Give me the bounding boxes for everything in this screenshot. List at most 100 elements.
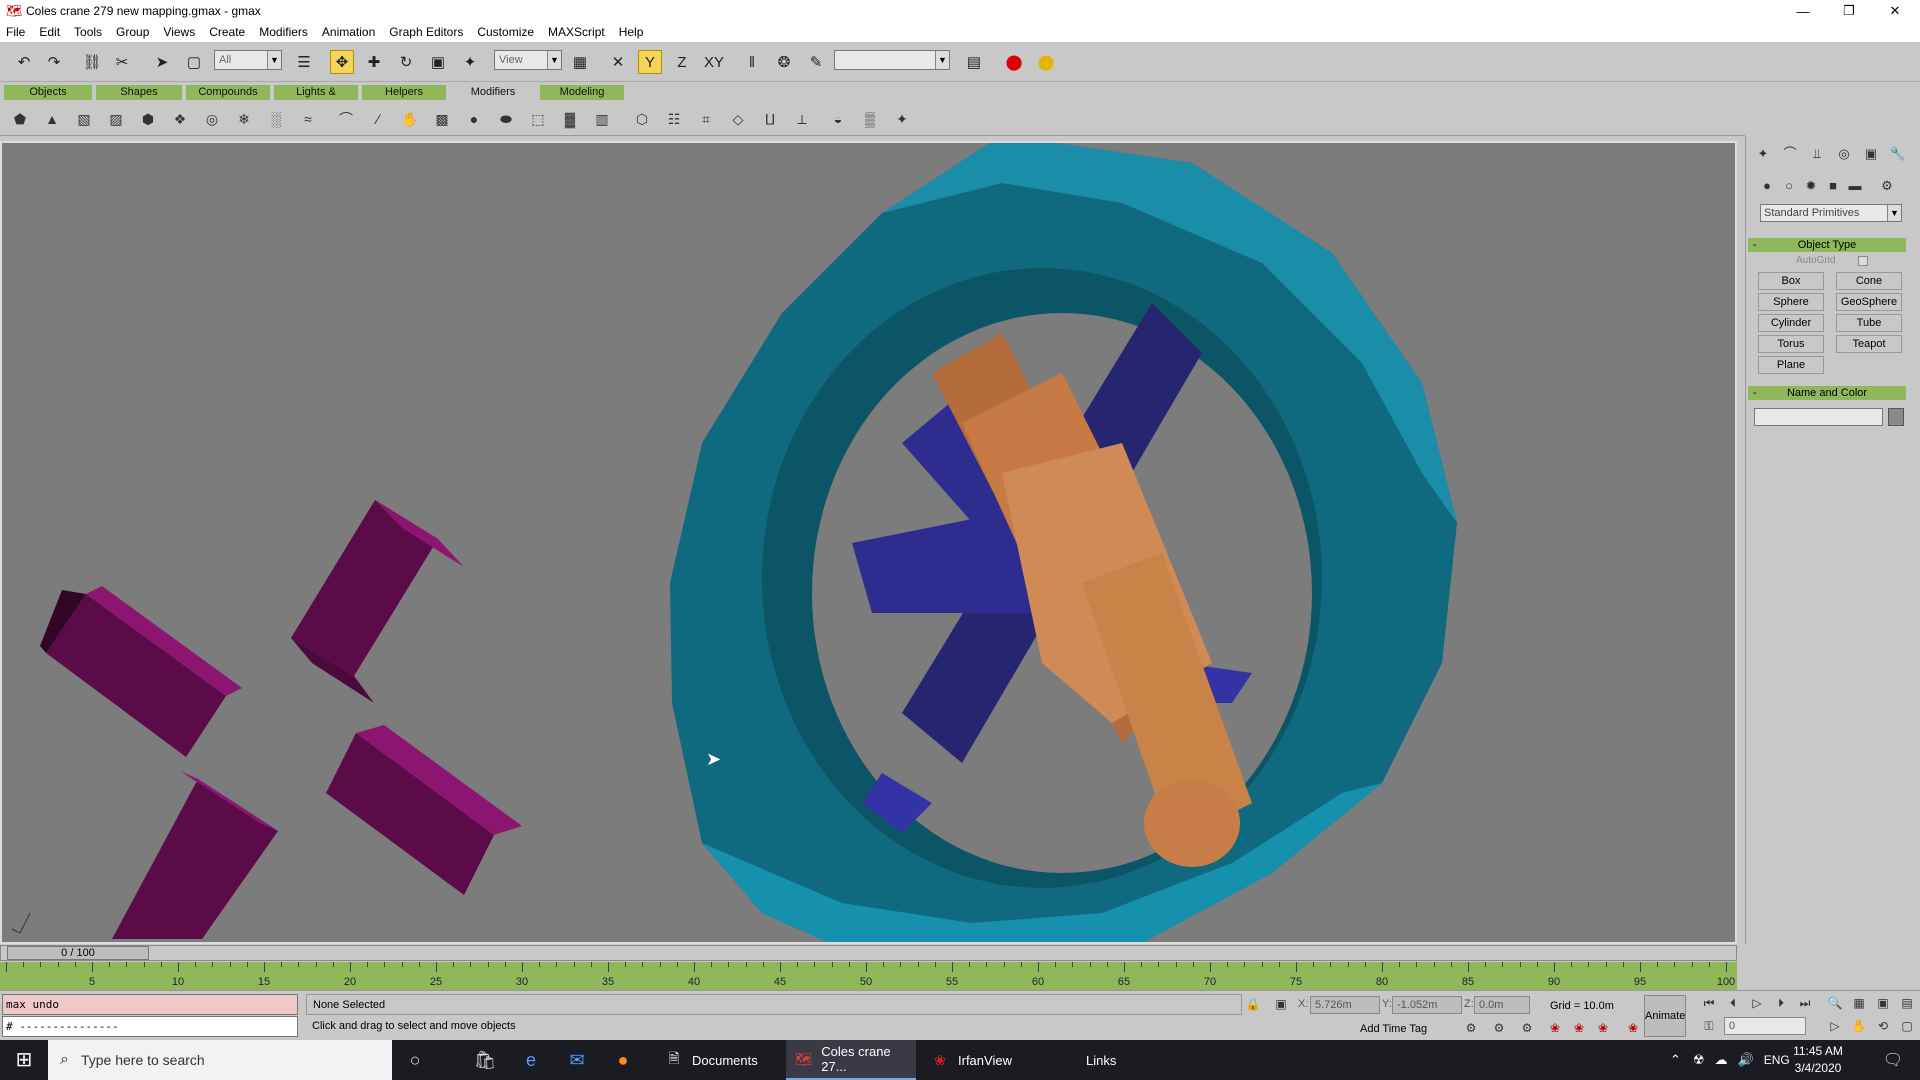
select-arrow-icon[interactable]: ➤ bbox=[150, 50, 174, 74]
lattice-icon[interactable]: ▓ bbox=[558, 108, 582, 130]
zoom-extents-all-icon[interactable]: ▤ bbox=[1898, 994, 1916, 1012]
edge-icon[interactable]: e bbox=[508, 1040, 554, 1080]
taskbar-app-documents[interactable]: 🗎 Documents bbox=[656, 1040, 780, 1080]
goto-end-icon[interactable]: ⏭ bbox=[1796, 994, 1814, 1012]
cone-button[interactable]: Cone bbox=[1836, 272, 1902, 290]
menu-tools[interactable]: Tools bbox=[74, 25, 102, 39]
key-icon-3[interactable]: ❀ bbox=[1594, 1019, 1612, 1037]
tab-helpers[interactable]: Helpers bbox=[362, 85, 446, 100]
taskbar-app-irfanview[interactable]: ❀ IrfanView bbox=[922, 1040, 1052, 1080]
display-tab-icon[interactable]: ▣ bbox=[1861, 144, 1881, 164]
volume-icon[interactable]: 🔊 bbox=[1738, 1052, 1754, 1068]
zoom-icon[interactable]: 🔍 bbox=[1826, 994, 1844, 1012]
menu-file[interactable]: File bbox=[6, 25, 25, 39]
select-move-alt-icon[interactable]: ✚ bbox=[362, 50, 386, 74]
tab-compounds[interactable]: Compounds bbox=[186, 85, 270, 100]
quick-render-icon[interactable]: ⬤ bbox=[1034, 50, 1058, 74]
menu-animation[interactable]: Animation bbox=[322, 25, 375, 39]
taskbar-clock[interactable]: 11:45 AM 3/4/2020 bbox=[1776, 1043, 1860, 1077]
tab-lights-cameras[interactable]: Lights & Cameras bbox=[274, 85, 358, 113]
cylinder-map-icon[interactable]: ⬬ bbox=[494, 108, 518, 130]
tab-shapes[interactable]: Shapes bbox=[96, 85, 182, 100]
firefox-icon[interactable]: ● bbox=[600, 1040, 646, 1080]
noise-modifier-icon[interactable]: ▨ bbox=[104, 108, 128, 130]
taper-modifier-icon[interactable]: ▲ bbox=[40, 108, 64, 130]
taskbar-search-box[interactable]: ⌕ Type here to search bbox=[48, 1040, 392, 1080]
tray-chevron-icon[interactable]: ⌃ bbox=[1670, 1052, 1681, 1068]
wave-modifier-icon[interactable]: ≈ bbox=[296, 108, 320, 130]
twist-modifier-icon[interactable]: ▧ bbox=[72, 108, 96, 130]
mesh-select-icon[interactable]: ▥ bbox=[590, 108, 614, 130]
primitive-category-dropdown[interactable]: Standard Primitives ▼ bbox=[1760, 204, 1902, 222]
menu-maxscript[interactable]: MAXScript bbox=[548, 25, 605, 39]
utilities-tab-icon[interactable]: 🔧 bbox=[1888, 144, 1908, 164]
object-color-swatch[interactable] bbox=[1888, 408, 1904, 426]
name-color-rollout[interactable]: - Name and Color bbox=[1748, 386, 1906, 400]
slice-modifier-icon[interactable]: ∕ bbox=[366, 108, 390, 130]
onedrive-icon[interactable]: ☁ bbox=[1715, 1052, 1728, 1068]
add-time-tag-button[interactable]: Add Time Tag bbox=[1360, 1023, 1427, 1035]
select-region-icon[interactable]: ▢ bbox=[182, 50, 206, 74]
torus-button[interactable]: Torus bbox=[1758, 335, 1824, 353]
track-view-icon[interactable]: ▤ bbox=[962, 50, 986, 74]
lathe-icon[interactable]: ◇ bbox=[726, 108, 750, 130]
pan-icon[interactable]: ✋ bbox=[1850, 1017, 1868, 1035]
taskbar-links[interactable]: Links bbox=[1078, 1040, 1138, 1080]
menu-edit[interactable]: Edit bbox=[39, 25, 60, 39]
tube-button[interactable]: Tube bbox=[1836, 314, 1902, 332]
lock-selection-icon[interactable]: 🔒 bbox=[1244, 995, 1262, 1013]
purple-block-4[interactable] bbox=[112, 771, 278, 939]
link-icon[interactable]: ⛓ bbox=[80, 50, 104, 74]
key-icon-2[interactable]: ❀ bbox=[1570, 1019, 1588, 1037]
systems-icon[interactable]: ⚙ bbox=[1877, 176, 1897, 196]
timeline-ruler[interactable]: 5 10 15 20 25 30 35 40 45 50 55 60 65 70 75 80 85 90 95 100 bbox=[0, 962, 1737, 990]
select-rotate-icon[interactable]: ↻ bbox=[394, 50, 418, 74]
object-type-rollout[interactable]: - Object Type bbox=[1748, 238, 1906, 252]
uvw-map-icon[interactable]: ▩ bbox=[430, 108, 454, 130]
time-slider[interactable]: 0 / 100 bbox=[0, 945, 1737, 961]
key-icon-4[interactable]: ❀ bbox=[1624, 1019, 1642, 1037]
lights-icon[interactable]: ✹ bbox=[1801, 176, 1821, 196]
relax-modifier-icon[interactable]: ❄ bbox=[232, 108, 256, 130]
y-coordinate-field[interactable]: -1.052m bbox=[1392, 996, 1462, 1014]
cortana-icon[interactable]: ○ bbox=[392, 1040, 438, 1080]
select-scale-icon[interactable]: ▣ bbox=[426, 50, 450, 74]
viewport-icon-1[interactable]: ⚙ bbox=[1462, 1019, 1480, 1037]
menu-views[interactable]: Views bbox=[163, 25, 195, 39]
restrict-xy-icon[interactable]: XY bbox=[702, 50, 726, 74]
current-frame-field[interactable]: 0 bbox=[1724, 1017, 1806, 1035]
hierarchy-tab-icon[interactable]: ⫫ bbox=[1807, 144, 1827, 164]
teapot-button[interactable]: Teapot bbox=[1836, 335, 1902, 353]
squeeze-modifier-icon[interactable]: ❖ bbox=[168, 108, 192, 130]
undo-icon[interactable]: ↶ bbox=[12, 50, 36, 74]
maximize-viewport-icon[interactable]: ▢ bbox=[1898, 1017, 1916, 1035]
spherify-modifier-icon[interactable]: ✋ bbox=[398, 108, 422, 130]
shapes-icon[interactable]: ○ bbox=[1779, 176, 1799, 196]
mirror-icon[interactable]: ‖ bbox=[740, 50, 764, 74]
arc-rotate-icon[interactable]: ⟲ bbox=[1874, 1017, 1892, 1035]
restore-button[interactable]: ❐ bbox=[1826, 0, 1872, 22]
plane-button[interactable]: Plane bbox=[1758, 356, 1824, 374]
place-highlight-icon[interactable]: ✎ bbox=[804, 50, 828, 74]
viewport-icon-3[interactable]: ⚙ bbox=[1518, 1019, 1536, 1037]
menu-help[interactable]: Help bbox=[619, 25, 644, 39]
windows-start-icon[interactable]: ⊞ bbox=[0, 1040, 48, 1080]
key-mode-icon[interactable]: ⚿ bbox=[1700, 1017, 1718, 1035]
render-icon[interactable]: ⬤ bbox=[1002, 50, 1026, 74]
next-frame-icon[interactable]: ⏵ bbox=[1772, 994, 1790, 1012]
geosphere-button[interactable]: GeoSphere bbox=[1836, 293, 1902, 311]
menu-modifiers[interactable]: Modifiers bbox=[259, 25, 308, 39]
select-manipulate-icon[interactable]: ✦ bbox=[458, 50, 482, 74]
zoom-all-icon[interactable]: ▦ bbox=[1850, 994, 1868, 1012]
purple-block-1[interactable] bbox=[40, 586, 242, 757]
stretch-modifier-icon[interactable]: ⬢ bbox=[136, 108, 160, 130]
modify-tab-icon[interactable]: ⌒ bbox=[1780, 144, 1800, 164]
network-icon[interactable]: ☢ bbox=[1693, 1052, 1705, 1068]
cylinder-button[interactable]: Cylinder bbox=[1758, 314, 1824, 332]
fov-icon[interactable]: ▷ bbox=[1826, 1017, 1844, 1035]
geometry-icon[interactable]: ● bbox=[1757, 176, 1777, 196]
bevel-icon[interactable]: ⨿ bbox=[758, 108, 782, 130]
purple-block-2[interactable] bbox=[291, 500, 464, 703]
autogrid-checkbox[interactable] bbox=[1858, 256, 1868, 266]
play-icon[interactable]: ▷ bbox=[1748, 994, 1766, 1012]
